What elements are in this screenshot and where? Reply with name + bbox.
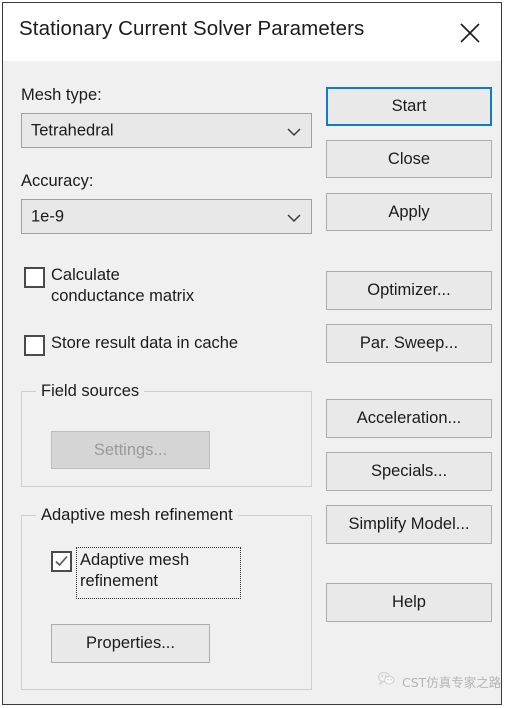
calculate-conductance-matrix-checkbox-row[interactable]: Calculate conductance matrix — [24, 265, 304, 313]
adaptive-mesh-checkbox[interactable] — [51, 551, 72, 572]
mesh-type-value: Tetrahedral — [31, 121, 114, 139]
wechat-icon — [377, 671, 395, 691]
acceleration-button[interactable]: Acceleration... — [326, 399, 492, 438]
calculate-conductance-matrix-label: Calculate conductance matrix — [51, 265, 194, 307]
apply-button[interactable]: Apply — [326, 193, 492, 231]
mesh-type-label: Mesh type: — [21, 86, 102, 104]
close-x-icon — [460, 23, 480, 43]
cb-label-line2: conductance matrix — [51, 287, 195, 305]
accuracy-label: Accuracy: — [21, 172, 94, 190]
adaptive-mesh-label: Adaptive mesh refinement — [80, 550, 189, 592]
adaptive-label-line1: Adaptive mesh — [80, 551, 190, 569]
properties-button[interactable]: Properties... — [51, 624, 210, 663]
store-result-data-label: Store result data in cache — [51, 334, 239, 352]
store-result-data-checkbox-row[interactable]: Store result data in cache — [24, 334, 304, 358]
check-icon — [55, 555, 68, 567]
cb-label-line1: Calculate — [51, 266, 120, 284]
watermark-text: CST仿真专家之路 — [402, 674, 502, 690]
dialog-title: Stationary Current Solver Parameters — [19, 17, 365, 40]
chevron-down-icon — [285, 125, 303, 137]
mesh-type-combobox[interactable]: Tetrahedral — [21, 113, 312, 148]
calculate-conductance-matrix-checkbox[interactable] — [24, 267, 45, 288]
field-sources-title: Field sources — [36, 382, 145, 401]
close-button[interactable]: Close — [326, 140, 492, 178]
chevron-down-icon — [285, 211, 303, 223]
simplify-model-button[interactable]: Simplify Model... — [326, 505, 492, 544]
settings-button[interactable]: Settings... — [51, 431, 210, 469]
watermark: CST仿真专家之路 — [377, 671, 502, 691]
close-icon[interactable] — [446, 9, 494, 53]
accuracy-value: 1e-9 — [31, 207, 65, 225]
adaptive-label-line2: refinement — [80, 572, 158, 590]
help-button[interactable]: Help — [326, 583, 492, 622]
store-result-data-checkbox[interactable] — [24, 335, 45, 356]
specials-button[interactable]: Specials... — [326, 452, 492, 491]
solver-parameters-dialog: Stationary Current Solver Parameters Mes… — [2, 2, 502, 705]
optimizer-button[interactable]: Optimizer... — [326, 271, 492, 310]
adaptive-mesh-checkbox-row[interactable]: Adaptive mesh refinement — [51, 547, 241, 599]
adaptive-mesh-refinement-group: Adaptive mesh refinement — [21, 506, 312, 690]
start-button[interactable]: Start — [326, 87, 492, 126]
accuracy-combobox[interactable]: 1e-9 — [21, 199, 312, 234]
title-bar: Stationary Current Solver Parameters — [3, 3, 501, 61]
par-sweep-button[interactable]: Par. Sweep... — [326, 324, 492, 363]
adaptive-mesh-refinement-title: Adaptive mesh refinement — [36, 506, 238, 525]
